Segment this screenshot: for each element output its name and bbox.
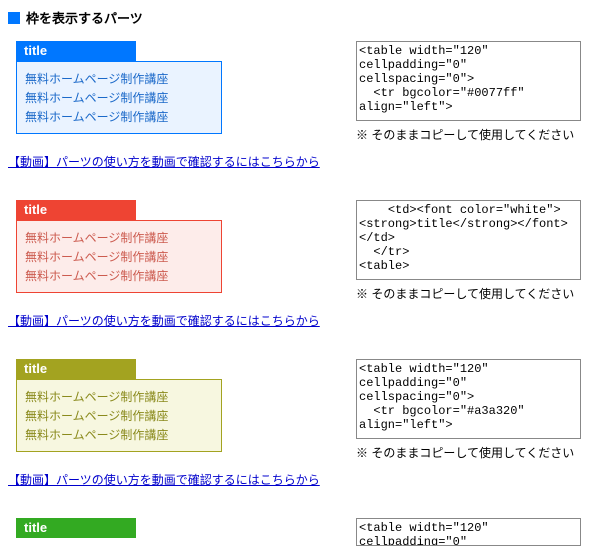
- part-line: 無料ホームページ制作講座: [25, 407, 213, 424]
- part-title: title: [16, 41, 136, 61]
- part-title: title: [16, 359, 136, 379]
- code-textarea[interactable]: [356, 41, 581, 121]
- video-link[interactable]: 【動画】パーツの使い方を動画で確認するにはこちらから: [8, 155, 320, 169]
- part-body: 無料ホームページ制作講座 無料ホームページ制作講座 無料ホームページ制作講座: [16, 61, 222, 134]
- part-body: 無料ホームページ制作講座 無料ホームページ制作講座 無料ホームページ制作講座: [16, 379, 222, 452]
- video-link-row: 【動画】パーツの使い方を動画で確認するにはこちらから: [8, 153, 588, 170]
- part-line: 無料ホームページ制作講座: [25, 248, 213, 265]
- code-textarea[interactable]: [356, 359, 581, 439]
- part-line: 無料ホームページ制作講座: [25, 229, 213, 246]
- code-textarea[interactable]: [356, 518, 581, 546]
- part-line: 無料ホームページ制作講座: [25, 89, 213, 106]
- copy-note: ※ そのままコピーして使用してください: [356, 285, 586, 302]
- part-line: 無料ホームページ制作講座: [25, 267, 213, 284]
- part-box-green: title: [16, 518, 222, 538]
- code-textarea[interactable]: [356, 200, 581, 280]
- part-line: 無料ホームページ制作講座: [25, 388, 213, 405]
- video-link[interactable]: 【動画】パーツの使い方を動画で確認するにはこちらから: [8, 473, 320, 487]
- part-box-olive: title 無料ホームページ制作講座 無料ホームページ制作講座 無料ホームページ…: [16, 359, 222, 452]
- part-line: 無料ホームページ制作講座: [25, 70, 213, 87]
- video-link-row: 【動画】パーツの使い方を動画で確認するにはこちらから: [8, 471, 588, 488]
- part-title: title: [16, 518, 136, 538]
- part-body: 無料ホームページ制作講座 無料ホームページ制作講座 無料ホームページ制作講座: [16, 220, 222, 293]
- video-link-row: 【動画】パーツの使い方を動画で確認するにはこちらから: [8, 312, 588, 329]
- part-line: 無料ホームページ制作講座: [25, 426, 213, 443]
- part-box-red: title 無料ホームページ制作講座 無料ホームページ制作講座 無料ホームページ…: [16, 200, 222, 293]
- video-link[interactable]: 【動画】パーツの使い方を動画で確認するにはこちらから: [8, 314, 320, 328]
- part-title: title: [16, 200, 136, 220]
- section-title: 枠を表示するパーツ: [26, 8, 143, 27]
- section-header: 枠を表示するパーツ: [8, 8, 588, 27]
- copy-note: ※ そのままコピーして使用してください: [356, 126, 586, 143]
- part-box-blue: title 無料ホームページ制作講座 無料ホームページ制作講座 無料ホームページ…: [16, 41, 222, 134]
- square-icon: [8, 12, 20, 24]
- part-line: 無料ホームページ制作講座: [25, 108, 213, 125]
- copy-note: ※ そのままコピーして使用してください: [356, 444, 586, 461]
